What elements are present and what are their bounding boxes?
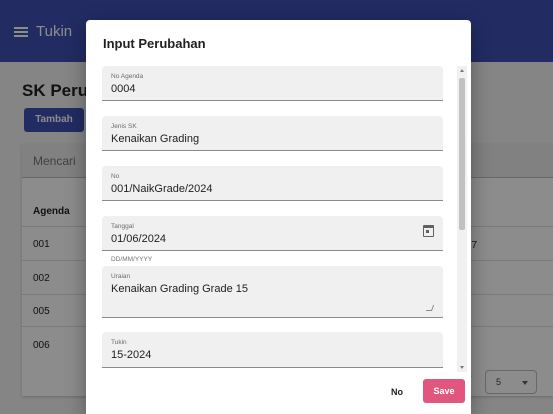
- tukin-label: Tukin: [111, 339, 127, 346]
- uraian-label: Uraian: [111, 273, 131, 280]
- scrollbar-thumb[interactable]: [459, 78, 465, 230]
- calendar-icon[interactable]: [423, 225, 434, 237]
- jenis-sk-label: Jenis SK: [111, 123, 137, 130]
- no-button[interactable]: No: [382, 381, 412, 403]
- tanggal-value: 01/06/2024: [111, 233, 167, 245]
- no-value: 001/NaikGrade/2024: [111, 183, 213, 195]
- uraian-textarea[interactable]: Uraian Kenaikan Grading Grade 15: [102, 266, 443, 318]
- tukin-value: 15-2024: [111, 349, 152, 361]
- dialog-scrollbar[interactable]: [457, 66, 467, 372]
- no-label: No: [111, 173, 120, 180]
- input-perubahan-dialog: Input Perubahan No Agenda 0004 Jenis SK …: [86, 20, 471, 414]
- tanggal-label: Tanggal: [111, 223, 134, 230]
- jenis-sk-value: Kenaikan Grading: [111, 133, 200, 145]
- no-field[interactable]: No 001/NaikGrade/2024: [102, 166, 443, 201]
- dialog-title: Input Perubahan: [103, 36, 206, 51]
- resize-handle-icon[interactable]: [425, 305, 435, 311]
- scroll-up-icon[interactable]: [460, 69, 464, 72]
- tukin-field[interactable]: Tukin 15-2024: [102, 332, 443, 368]
- uraian-value-misspelled: Kenaikan: [111, 283, 157, 295]
- jenis-sk-field[interactable]: Jenis SK Kenaikan Grading: [102, 116, 443, 151]
- no-agenda-field[interactable]: No Agenda 0004: [102, 66, 443, 101]
- uraian-value-rest: Grading Grade 15: [156, 283, 248, 295]
- dialog-body: No Agenda 0004 Jenis SK Kenaikan Grading…: [86, 64, 471, 374]
- no-agenda-label: No Agenda: [111, 73, 144, 80]
- uraian-value: Kenaikan Grading Grade 15: [111, 283, 248, 295]
- no-agenda-value: 0004: [111, 83, 136, 95]
- tanggal-helper-text: DD/MM/YYYY: [111, 256, 153, 263]
- tanggal-field[interactable]: Tanggal 01/06/2024: [102, 216, 443, 251]
- scroll-down-icon[interactable]: [460, 366, 464, 369]
- save-button[interactable]: Save: [423, 379, 465, 403]
